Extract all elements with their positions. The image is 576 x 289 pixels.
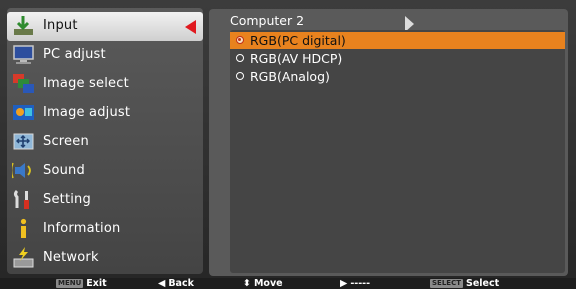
option-rgb-pc-digital[interactable]: RGB(PC digital) <box>230 32 565 49</box>
help-move-label: Move <box>253 278 283 289</box>
sound-icon <box>12 159 35 182</box>
menu-item-pc-adjust[interactable]: PC adjust <box>7 41 203 70</box>
menu-item-image-adjust[interactable]: Image adjust <box>7 99 203 128</box>
main-menu: Input PC adjust Image select Image adjus… <box>7 8 203 274</box>
help-next-label: ----- <box>350 278 371 289</box>
menu-key-icon: MENU <box>56 279 84 288</box>
submenu-title: Computer 2 <box>230 13 305 28</box>
menu-item-image-select[interactable]: Image select <box>7 70 203 99</box>
pc-adjust-icon <box>12 43 35 66</box>
menu-item-label: Information <box>43 221 121 236</box>
image-select-icon <box>12 72 35 95</box>
help-back: ◀ Back <box>158 278 194 289</box>
menu-item-label: Sound <box>43 163 85 178</box>
menu-item-label: Network <box>43 250 99 265</box>
help-exit-label: Exit <box>86 278 107 289</box>
menu-item-network[interactable]: Network <box>7 244 203 273</box>
help-next: ▶ ----- <box>340 278 370 289</box>
menu-item-label: PC adjust <box>43 47 106 62</box>
osd-frame: Input PC adjust Image select Image adjus… <box>0 0 576 289</box>
menu-item-sound[interactable]: Sound <box>7 157 203 186</box>
radio-icon <box>236 54 244 62</box>
setting-icon <box>12 188 35 211</box>
option-label: RGB(AV HDCP) <box>250 51 343 66</box>
help-move: ⬍ Move <box>243 278 283 289</box>
menu-item-screen[interactable]: Screen <box>7 128 203 157</box>
menu-item-information[interactable]: Information <box>7 215 203 244</box>
option-rgb-analog[interactable]: RGB(Analog) <box>230 68 565 85</box>
left-arrow-icon: ◀ <box>158 278 166 289</box>
radio-icon <box>236 72 244 80</box>
input-icon <box>12 14 35 37</box>
menu-item-setting[interactable]: Setting <box>7 186 203 215</box>
information-icon <box>12 217 35 240</box>
right-arrow-icon: ▶ <box>340 278 348 289</box>
option-label: RGB(Analog) <box>250 69 330 84</box>
network-icon <box>12 246 35 269</box>
help-bar: MENU Exit ◀ Back ⬍ Move ▶ ----- SELECT Select <box>0 278 576 289</box>
help-select: SELECT Select <box>430 278 499 289</box>
help-select-label: Select <box>465 278 500 289</box>
option-label: RGB(PC digital) <box>250 33 346 48</box>
up-down-arrow-icon: ⬍ <box>243 278 251 289</box>
menu-item-input[interactable]: Input <box>7 12 203 41</box>
menu-item-label: Screen <box>43 134 89 149</box>
select-key-icon: SELECT <box>430 279 463 288</box>
selected-arrow-icon <box>185 20 196 34</box>
menu-item-label: Image adjust <box>43 105 131 120</box>
option-rgb-av-hdcp[interactable]: RGB(AV HDCP) <box>230 50 565 67</box>
image-adjust-icon <box>12 101 35 124</box>
help-exit: MENU Exit <box>56 278 107 289</box>
screen-icon <box>12 130 35 153</box>
submenu-panel: Computer 2 RGB(PC digital) RGB(AV HDCP) … <box>209 9 568 276</box>
menu-item-label: Setting <box>43 192 91 207</box>
menu-item-label: Image select <box>43 76 129 91</box>
help-back-label: Back <box>168 278 194 289</box>
menu-item-label: Input <box>43 18 78 33</box>
radio-selected-icon <box>236 36 244 44</box>
